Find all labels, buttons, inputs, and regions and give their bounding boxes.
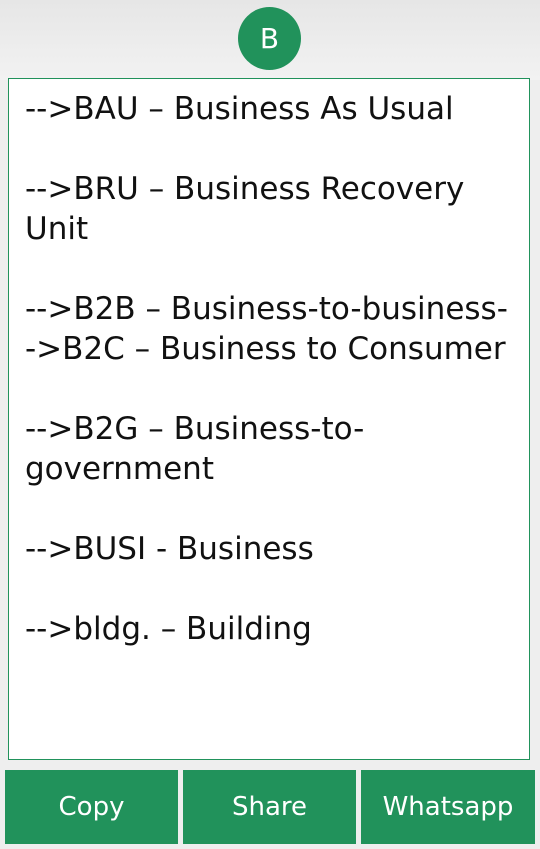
copy-button[interactable]: Copy [5, 770, 178, 844]
share-button[interactable]: Share [183, 770, 356, 844]
letter-avatar: B [238, 7, 301, 70]
abbreviation-text: -->BAU – Business As Usual -->BRU – Busi… [25, 91, 508, 647]
app-header: B [0, 0, 540, 80]
whatsapp-button[interactable]: Whatsapp [361, 770, 535, 844]
abbreviation-text-box[interactable]: -->BAU – Business As Usual -->BRU – Busi… [8, 78, 530, 760]
